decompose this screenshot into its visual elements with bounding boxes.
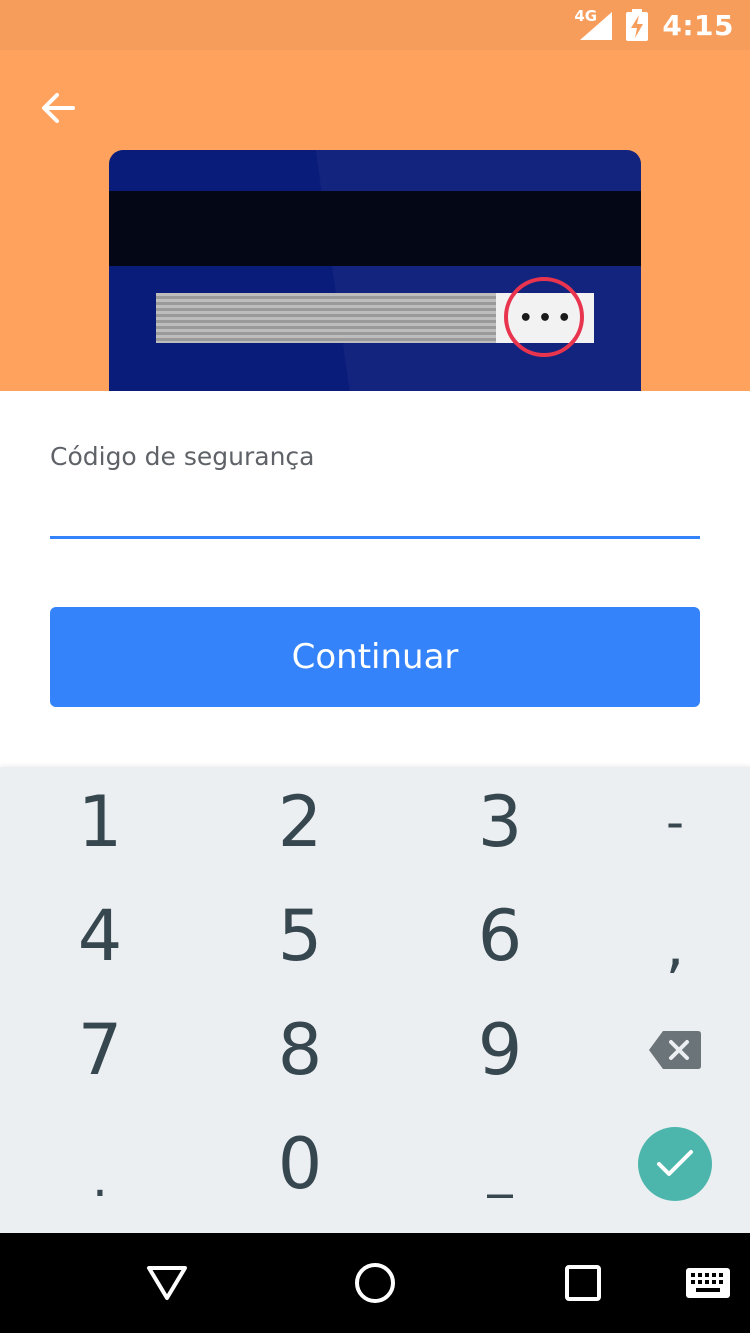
navigation-bar — [0, 1233, 750, 1333]
key-2[interactable]: 2 — [225, 767, 375, 877]
battery-charging-icon — [626, 9, 649, 41]
keyboard-icon — [686, 1268, 730, 1298]
magnetic-stripe — [109, 191, 641, 266]
key-period[interactable]: . — [25, 1109, 175, 1219]
arrow-left-icon — [42, 93, 75, 123]
security-code-input[interactable] — [50, 480, 700, 536]
key-1[interactable]: 1 — [25, 767, 175, 877]
back-button[interactable] — [30, 80, 86, 136]
key-6[interactable]: 6 — [425, 881, 575, 991]
security-code-underline — [50, 536, 700, 539]
enter-button-circle — [638, 1127, 712, 1201]
key-7[interactable]: 7 — [25, 995, 175, 1105]
check-icon — [657, 1150, 693, 1176]
key-enter[interactable] — [600, 1109, 750, 1219]
header: ••• — [0, 50, 750, 391]
nav-back-button[interactable] — [137, 1253, 197, 1313]
nav-recents-button[interactable] — [553, 1253, 613, 1313]
recents-square-icon — [565, 1265, 601, 1301]
numeric-keyboard: 1 2 3 - 4 5 6 , 7 8 9 . 0 _ — [0, 767, 750, 1233]
status-bar: 4G 4:15 — [0, 0, 750, 50]
key-4[interactable]: 4 — [25, 881, 175, 991]
signal-icon: 4G — [574, 7, 613, 40]
nav-home-button[interactable] — [345, 1253, 405, 1313]
backspace-icon — [649, 1031, 701, 1069]
card-sheen — [316, 150, 641, 391]
key-minus[interactable]: - — [600, 767, 750, 877]
home-circle-icon — [355, 1263, 395, 1303]
card-back-illustration: ••• — [109, 150, 641, 391]
key-space[interactable]: _ — [425, 1109, 575, 1219]
key-5[interactable]: 5 — [225, 881, 375, 991]
key-9[interactable]: 9 — [425, 995, 575, 1105]
cvv-highlight-circle — [504, 277, 584, 357]
key-comma[interactable]: , — [600, 891, 750, 1001]
security-code-label: Código de segurança — [50, 442, 315, 471]
key-8[interactable]: 8 — [225, 995, 375, 1105]
signature-strip — [156, 293, 496, 343]
status-time: 4:15 — [662, 8, 734, 42]
key-3[interactable]: 3 — [425, 767, 575, 877]
continue-button[interactable]: Continuar — [50, 607, 700, 707]
key-backspace[interactable] — [600, 995, 750, 1105]
nav-keyboard-button[interactable] — [678, 1253, 738, 1313]
status-icons: 4G 4:15 — [574, 0, 734, 50]
key-0[interactable]: 0 — [225, 1109, 375, 1219]
back-triangle-icon — [147, 1266, 187, 1300]
